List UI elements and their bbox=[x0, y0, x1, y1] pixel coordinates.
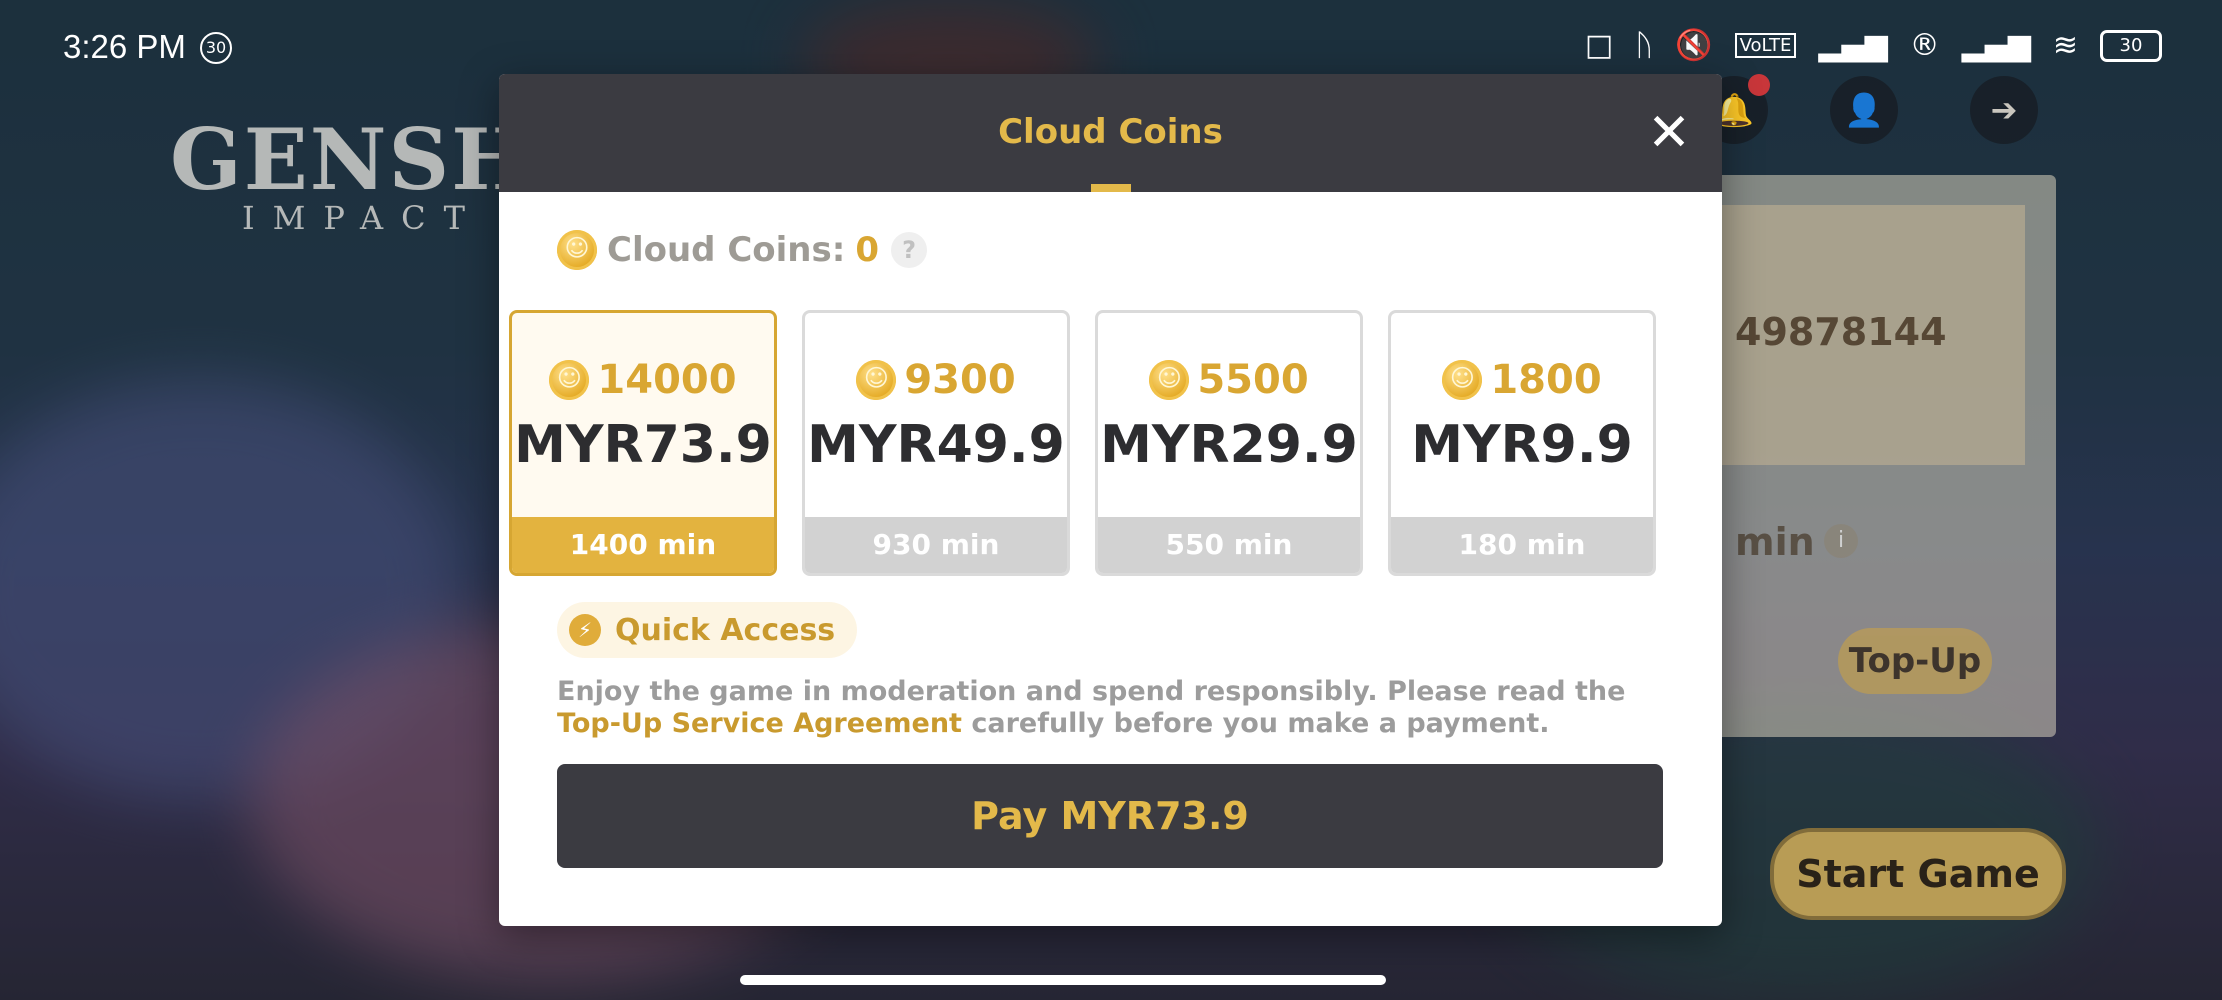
package-coins: 14000 bbox=[597, 357, 737, 403]
package-price: MYR9.9 bbox=[1411, 415, 1633, 475]
package-minutes: 550 min bbox=[1098, 517, 1360, 573]
info-icon[interactable]: i bbox=[1824, 524, 1858, 558]
signal-icon: ▂▄▆ bbox=[1961, 28, 2031, 63]
dialog-header: Cloud Coins ✕ bbox=[499, 74, 1722, 192]
topup-agreement-link[interactable]: Top-Up Service Agreement bbox=[557, 708, 962, 739]
wifi-icon: ≋ bbox=[2052, 28, 2078, 63]
cloud-coin-icon bbox=[549, 360, 590, 400]
package-price: MYR73.9 bbox=[514, 415, 772, 475]
package-price: MYR29.9 bbox=[1100, 415, 1358, 475]
coin-balance: Cloud Coins: 0 ? bbox=[557, 230, 928, 270]
bluetooth-icon: ᚢ bbox=[1635, 28, 1654, 63]
package-minutes: 180 min bbox=[1391, 517, 1653, 573]
cloud-coin-icon bbox=[856, 360, 897, 400]
title-underline bbox=[1091, 184, 1131, 192]
remaining-minutes: min bbox=[1735, 520, 1815, 564]
notice-text: Enjoy the game in moderation and spend r… bbox=[557, 676, 1626, 707]
cloud-coin-icon bbox=[1149, 360, 1190, 400]
close-button[interactable]: ✕ bbox=[1644, 107, 1694, 159]
nfc-icon: □ bbox=[1584, 28, 1614, 63]
package-minutes: 930 min bbox=[805, 517, 1067, 573]
mute-icon: 🔇 bbox=[1675, 28, 1713, 63]
home-indicator[interactable] bbox=[740, 975, 1386, 985]
package-coins: 9300 bbox=[904, 357, 1016, 403]
lightning-icon: ⚡ bbox=[569, 614, 601, 646]
package-option[interactable]: 1800 MYR9.9 180 min bbox=[1388, 310, 1656, 576]
topup-button[interactable]: Top-Up bbox=[1838, 628, 1992, 694]
quick-access-button[interactable]: ⚡ Quick Access bbox=[557, 602, 858, 658]
package-minutes: 1400 min bbox=[512, 517, 774, 573]
account-uid: 49878144 bbox=[1735, 310, 1947, 354]
notification-count-badge: 30 bbox=[200, 32, 232, 64]
package-price: MYR49.9 bbox=[807, 415, 1065, 475]
pay-button[interactable]: Pay MYR73.9 bbox=[557, 764, 1663, 868]
cloud-coins-dialog: Cloud Coins ✕ Cloud Coins: 0 ? 14000 MYR… bbox=[499, 74, 1722, 926]
dialog-title: Cloud Coins bbox=[998, 112, 1223, 152]
package-coins: 1800 bbox=[1490, 357, 1602, 403]
help-icon[interactable]: ? bbox=[891, 232, 928, 268]
balance-value: 0 bbox=[855, 230, 880, 270]
package-option[interactable]: 14000 MYR73.9 1400 min bbox=[509, 310, 777, 576]
roaming-icon: ® bbox=[1909, 28, 1940, 63]
signal-icon: ▂▄▆ bbox=[1818, 28, 1888, 63]
notice-text: carefully before you make a payment. bbox=[961, 708, 1550, 739]
cloud-coin-icon bbox=[557, 230, 597, 270]
spending-notice: Enjoy the game in moderation and spend r… bbox=[557, 676, 1657, 740]
cloud-coin-icon bbox=[1442, 360, 1483, 400]
package-list: 14000 MYR73.9 1400 min 9300 MYR49.9 930 … bbox=[509, 310, 1656, 576]
volte-icon: VoLTE bbox=[1734, 33, 1797, 58]
package-option[interactable]: 5500 MYR29.9 550 min bbox=[1095, 310, 1363, 576]
quick-access-label: Quick Access bbox=[615, 612, 836, 648]
battery-icon: 30 bbox=[2100, 29, 2162, 62]
balance-label: Cloud Coins: bbox=[607, 230, 846, 270]
status-time: 3:26 PM bbox=[63, 28, 186, 65]
package-coins: 5500 bbox=[1197, 357, 1309, 403]
start-game-button[interactable]: Start Game bbox=[1770, 828, 2066, 920]
package-option[interactable]: 9300 MYR49.9 930 min bbox=[802, 310, 1070, 576]
